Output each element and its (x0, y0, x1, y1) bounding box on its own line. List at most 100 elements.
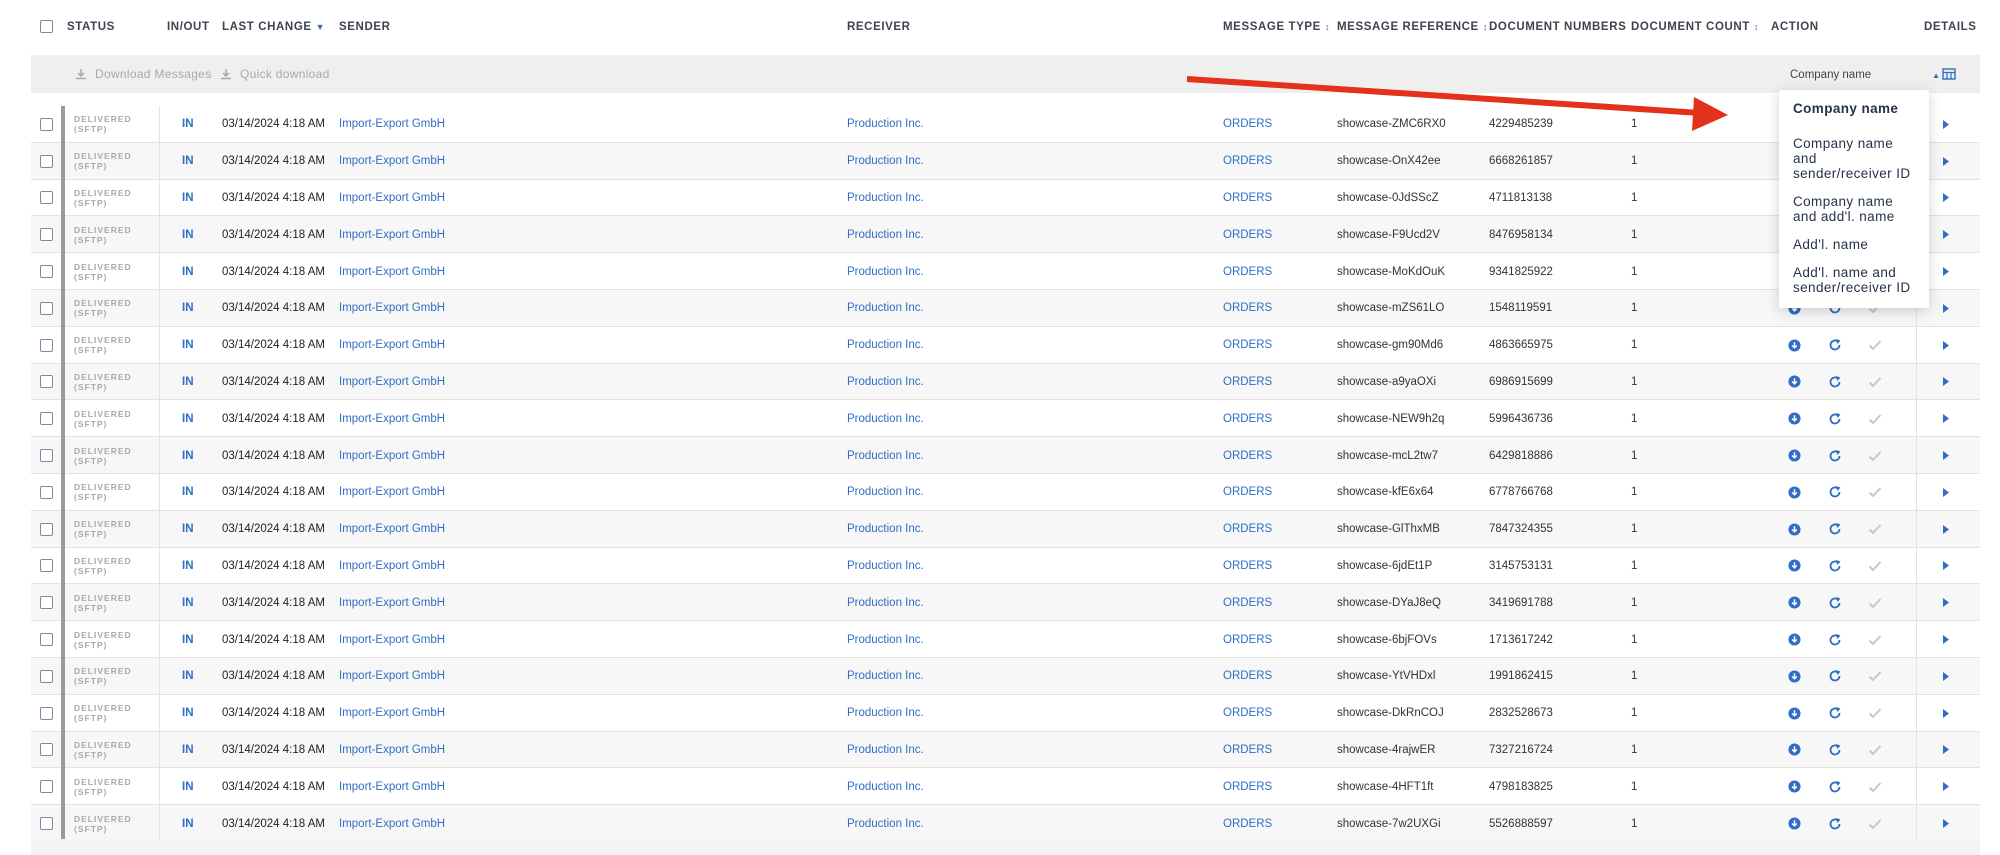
refresh-icon[interactable] (1828, 805, 1842, 842)
inout-link[interactable]: IN (182, 768, 194, 805)
caret-right-icon[interactable] (1943, 143, 1949, 180)
message-type-link[interactable]: ORDERS (1223, 327, 1272, 364)
check-icon[interactable] (1868, 805, 1882, 842)
inout-link[interactable]: IN (182, 658, 194, 695)
download-messages-button[interactable]: Download Messages (75, 67, 212, 81)
row-checkbox[interactable] (40, 143, 53, 180)
check-icon[interactable] (1868, 584, 1882, 621)
download-circle-icon[interactable] (1788, 437, 1801, 474)
receiver-link[interactable]: Production Inc. (847, 180, 924, 217)
row-checkbox[interactable] (40, 584, 53, 621)
row-checkbox[interactable] (40, 658, 53, 695)
receiver-link[interactable]: Production Inc. (847, 732, 924, 769)
caret-right-icon[interactable] (1943, 621, 1949, 658)
download-circle-icon[interactable] (1788, 621, 1801, 658)
sender-link[interactable]: Import-Export GmbH (339, 290, 445, 327)
message-type-link[interactable]: ORDERS (1223, 290, 1272, 327)
message-type-link[interactable]: ORDERS (1223, 400, 1272, 437)
check-icon[interactable] (1868, 437, 1882, 474)
receiver-link[interactable]: Production Inc. (847, 695, 924, 732)
check-icon[interactable] (1868, 511, 1882, 548)
receiver-link[interactable]: Production Inc. (847, 805, 924, 842)
refresh-icon[interactable] (1828, 621, 1842, 658)
download-circle-icon[interactable] (1788, 584, 1801, 621)
sender-link[interactable]: Import-Export GmbH (339, 400, 445, 437)
check-icon[interactable] (1868, 695, 1882, 732)
download-circle-icon[interactable] (1788, 474, 1801, 511)
inout-link[interactable]: IN (182, 548, 194, 585)
message-type-link[interactable]: ORDERS (1223, 511, 1272, 548)
row-checkbox[interactable] (40, 180, 53, 217)
message-type-link[interactable]: ORDERS (1223, 695, 1272, 732)
caret-right-icon[interactable] (1943, 658, 1949, 695)
caret-right-icon[interactable] (1943, 364, 1949, 401)
message-type-link[interactable]: ORDERS (1223, 437, 1272, 474)
message-type-link[interactable]: ORDERS (1223, 216, 1272, 253)
quick-download-button[interactable]: Quick download (220, 67, 330, 81)
row-checkbox[interactable] (40, 805, 53, 842)
receiver-link[interactable]: Production Inc. (847, 400, 924, 437)
dropdown-option-company-name[interactable]: Company name (1779, 97, 1929, 128)
inout-link[interactable]: IN (182, 106, 194, 143)
inout-link[interactable]: IN (182, 180, 194, 217)
sender-link[interactable]: Import-Export GmbH (339, 327, 445, 364)
receiver-link[interactable]: Production Inc. (847, 768, 924, 805)
sender-link[interactable]: Import-Export GmbH (339, 143, 445, 180)
message-type-link[interactable]: ORDERS (1223, 732, 1272, 769)
sender-link[interactable]: Import-Export GmbH (339, 658, 445, 695)
col-message-type[interactable]: MESSAGE TYPE ↕ (1223, 21, 1330, 33)
inout-link[interactable]: IN (182, 732, 194, 769)
sender-link[interactable]: Import-Export GmbH (339, 437, 445, 474)
message-type-link[interactable]: ORDERS (1223, 768, 1272, 805)
row-checkbox[interactable] (40, 290, 53, 327)
inout-link[interactable]: IN (182, 253, 194, 290)
caret-right-icon[interactable] (1943, 106, 1949, 143)
download-circle-icon[interactable] (1788, 364, 1801, 401)
caret-right-icon[interactable] (1943, 732, 1949, 769)
message-type-link[interactable]: ORDERS (1223, 474, 1272, 511)
sender-link[interactable]: Import-Export GmbH (339, 364, 445, 401)
receiver-link[interactable]: Production Inc. (847, 584, 924, 621)
message-type-link[interactable]: ORDERS (1223, 805, 1272, 842)
inout-link[interactable]: IN (182, 805, 194, 842)
check-icon[interactable] (1868, 327, 1882, 364)
receiver-link[interactable]: Production Inc. (847, 437, 924, 474)
download-circle-icon[interactable] (1788, 805, 1801, 842)
inout-link[interactable]: IN (182, 216, 194, 253)
dropdown-option-addl-name-sender-id[interactable]: Add'l. name and sender/receiver ID (1779, 261, 1929, 300)
message-type-link[interactable]: ORDERS (1223, 253, 1272, 290)
message-type-link[interactable]: ORDERS (1223, 621, 1272, 658)
dropdown-option-company-name-sender-id[interactable]: Company name and sender/receiver ID (1779, 132, 1929, 186)
caret-right-icon[interactable] (1943, 253, 1949, 290)
row-checkbox[interactable] (40, 695, 53, 732)
receiver-link[interactable]: Production Inc. (847, 253, 924, 290)
inout-link[interactable]: IN (182, 143, 194, 180)
caret-right-icon[interactable] (1943, 437, 1949, 474)
company-name-select[interactable]: Company name ▲ (1788, 65, 1940, 85)
check-icon[interactable] (1868, 400, 1882, 437)
sender-link[interactable]: Import-Export GmbH (339, 253, 445, 290)
refresh-icon[interactable] (1828, 732, 1842, 769)
row-checkbox[interactable] (40, 474, 53, 511)
inout-link[interactable]: IN (182, 400, 194, 437)
receiver-link[interactable]: Production Inc. (847, 327, 924, 364)
inout-link[interactable]: IN (182, 511, 194, 548)
inout-link[interactable]: IN (182, 290, 194, 327)
sender-link[interactable]: Import-Export GmbH (339, 805, 445, 842)
refresh-icon[interactable] (1828, 327, 1842, 364)
download-circle-icon[interactable] (1788, 695, 1801, 732)
inout-link[interactable]: IN (182, 327, 194, 364)
table-columns-icon[interactable] (1942, 67, 1956, 81)
receiver-link[interactable]: Production Inc. (847, 290, 924, 327)
check-icon[interactable] (1868, 768, 1882, 805)
col-document-count[interactable]: DOCUMENT COUNT ↕ (1631, 21, 1759, 33)
receiver-link[interactable]: Production Inc. (847, 511, 924, 548)
inout-link[interactable]: IN (182, 437, 194, 474)
refresh-icon[interactable] (1828, 695, 1842, 732)
refresh-icon[interactable] (1828, 768, 1842, 805)
inout-link[interactable]: IN (182, 621, 194, 658)
refresh-icon[interactable] (1828, 437, 1842, 474)
sender-link[interactable]: Import-Export GmbH (339, 768, 445, 805)
check-icon[interactable] (1868, 474, 1882, 511)
col-last-change[interactable]: LAST CHANGE ▼ (222, 21, 325, 33)
